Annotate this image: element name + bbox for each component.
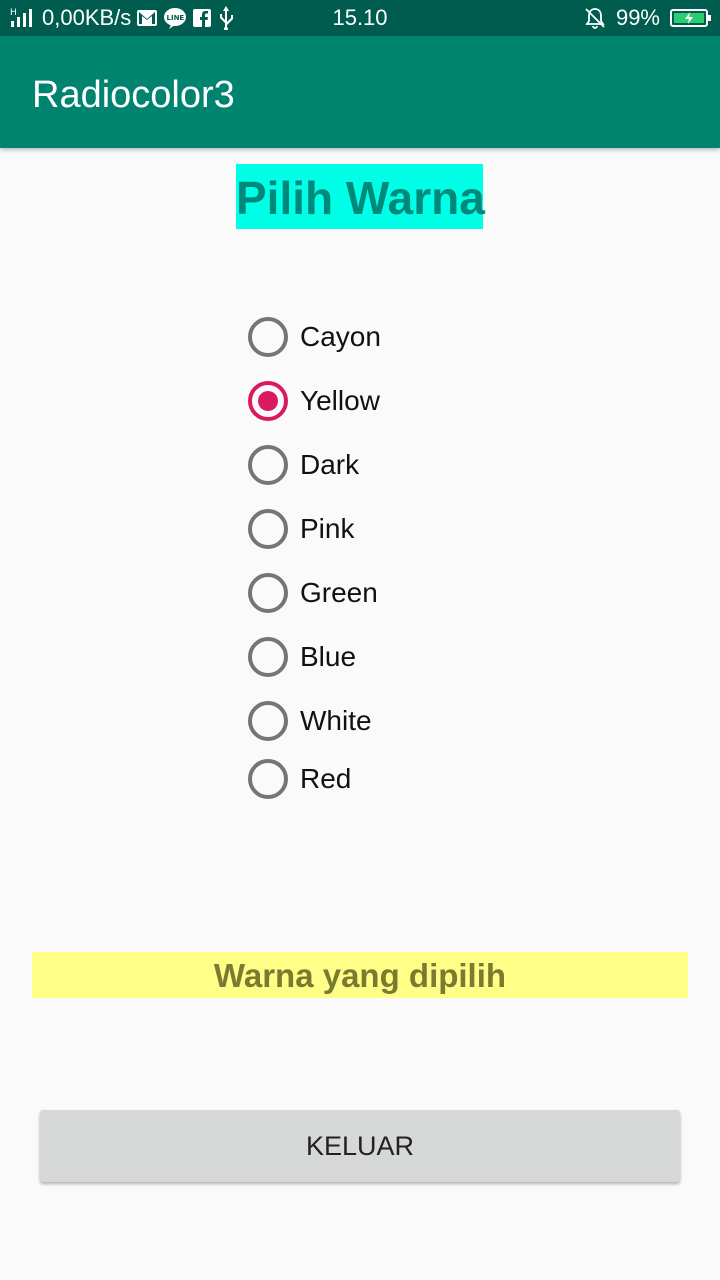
radio-option-cayon[interactable]: Cayon	[248, 307, 548, 367]
radio-button-icon[interactable]	[248, 759, 288, 799]
page-heading: Pilih Warna	[236, 164, 485, 229]
app-bar: Radiocolor3	[0, 36, 720, 148]
battery-icon	[670, 9, 711, 27]
radio-button-icon[interactable]	[248, 637, 288, 677]
status-bar: H 0,00KB/s LINE 15.10 99%	[0, 0, 720, 36]
radio-button-icon[interactable]	[248, 381, 288, 421]
radio-button-icon[interactable]	[248, 445, 288, 485]
radio-label: Green	[300, 577, 378, 608]
app-title: Radiocolor3	[32, 74, 235, 116]
radio-option-red[interactable]: Red	[248, 749, 548, 809]
battery-percent: 99%	[615, 5, 660, 30]
radio-label: Pink	[300, 513, 355, 544]
radio-option-yellow[interactable]: Yellow	[248, 371, 548, 431]
radio-button-icon[interactable]	[248, 317, 288, 357]
radio-option-pink[interactable]: Pink	[248, 499, 548, 559]
radio-label: Cayon	[300, 321, 381, 352]
radio-button-icon[interactable]	[248, 509, 288, 549]
radio-option-dark[interactable]: Dark	[248, 435, 548, 495]
silent-icon	[584, 7, 606, 29]
selected-color-label: Warna yang dipilih	[32, 952, 688, 998]
exit-button[interactable]: KELUAR	[40, 1110, 680, 1182]
radio-option-blue[interactable]: Blue	[248, 627, 548, 687]
radio-label: Blue	[300, 641, 357, 672]
radio-label: Red	[300, 763, 352, 794]
radio-label: Yellow	[300, 385, 380, 416]
radio-button-icon[interactable]	[248, 701, 288, 741]
radio-label: White	[300, 705, 372, 736]
radio-button-icon[interactable]	[248, 573, 288, 613]
radio-label: Dark	[300, 449, 360, 480]
radio-option-white[interactable]: White	[248, 691, 548, 751]
status-right: 99%	[584, 0, 711, 36]
radio-option-green[interactable]: Green	[248, 563, 548, 623]
